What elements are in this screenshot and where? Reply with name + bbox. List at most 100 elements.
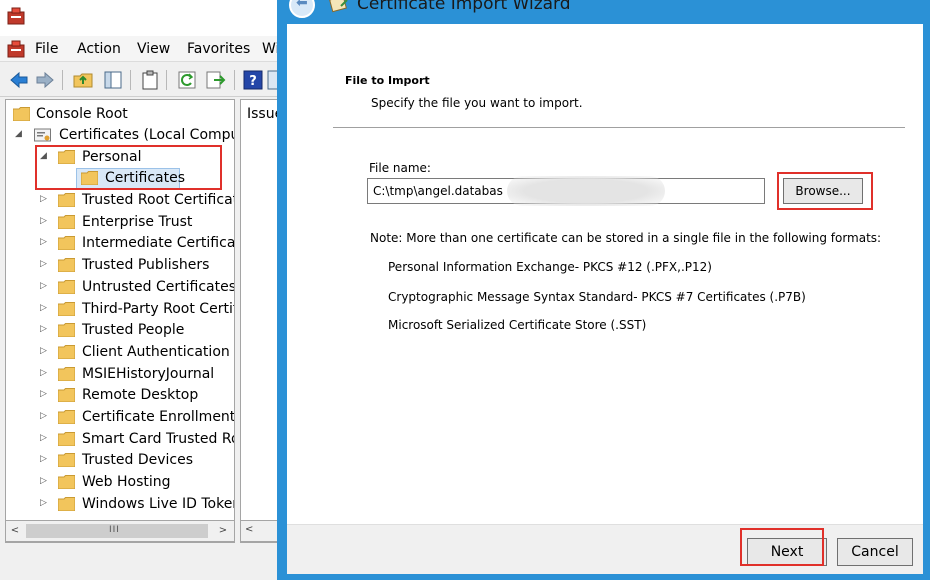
tree-item-store[interactable]: ▷ Certificate Enrollment Requests (6, 407, 234, 428)
tree-item-store[interactable]: ▷ Client Authentication Issuers (6, 342, 234, 363)
expand-arrow-icon[interactable]: ▷ (40, 411, 47, 421)
console-tree[interactable]: Console Root ◢ Certificates (Local Compu… (5, 99, 235, 543)
tree-label: Third-Party Root Certification Authoriti… (82, 300, 235, 317)
tree-item-store[interactable]: ▷ Trusted Publishers (6, 255, 234, 276)
back-arrow-icon[interactable] (8, 69, 30, 91)
expand-arrow-icon[interactable]: ▷ (40, 194, 47, 204)
show-tree-icon[interactable] (102, 69, 124, 91)
expand-arrow-icon[interactable]: ▷ (40, 324, 47, 334)
folder-icon (58, 410, 75, 424)
tree-item-store[interactable]: ▷ Remote Desktop (6, 385, 234, 406)
expand-arrow-icon[interactable]: ▷ (40, 303, 47, 313)
tree-label: Web Hosting (82, 474, 171, 491)
tree-label: Enterprise Trust (82, 213, 193, 230)
toolbar-separator (234, 70, 235, 90)
expand-arrow-icon[interactable]: ▷ (40, 346, 47, 356)
folder-icon (58, 344, 75, 359)
expand-arrow-icon[interactable]: ▷ (40, 216, 47, 226)
help-icon[interactable]: ? (242, 69, 264, 91)
tree-label: Trusted People (82, 322, 185, 339)
tree-label: Personal (82, 149, 142, 165)
toolbar-separator (62, 70, 63, 90)
wizard-back-button[interactable]: ⬅ (289, 0, 315, 18)
tree-item-store[interactable]: ▷ Enterprise Trust (6, 212, 234, 233)
forward-arrow-icon[interactable] (34, 69, 56, 91)
expand-arrow-icon[interactable]: ▷ (40, 389, 47, 399)
folder-icon (58, 366, 75, 381)
scroll-left-icon[interactable]: < (8, 524, 22, 538)
menu-favorites[interactable]: Favorites (187, 41, 250, 57)
tree-horizontal-scrollbar[interactable]: < III > (5, 520, 235, 542)
section-title: File to Import (345, 74, 430, 87)
folder-icon (58, 453, 75, 468)
folder-icon (58, 214, 75, 229)
section-subtitle: Specify the file you want to import. (371, 96, 583, 110)
redaction-blur (507, 176, 665, 206)
cancel-button[interactable]: Cancel (837, 538, 913, 566)
expand-arrow-icon[interactable]: ▷ (40, 476, 47, 486)
clipboard-icon[interactable] (139, 69, 161, 91)
format-item: Microsoft Serialized Certificate Store (… (388, 318, 647, 332)
expand-arrow-icon[interactable]: ▷ (40, 259, 47, 269)
tree-label: Certificates (Local Computer) (59, 127, 234, 143)
tree-label: Trusted Root Certification Authorities (82, 192, 234, 208)
tree-item-personal-certificates[interactable]: Certificates (6, 168, 234, 189)
tree-item-store[interactable]: ▷ Web Hosting (6, 472, 234, 493)
expand-arrow-icon[interactable]: ▷ (40, 433, 47, 443)
file-name-label: File name: (369, 161, 431, 175)
expand-arrow-icon[interactable]: ▷ (40, 498, 47, 508)
tree-item-store[interactable]: ▷ MSIEHistoryJournal (6, 364, 234, 385)
tree-item-store[interactable]: ▷ Third-Party Root Certification Authorit… (6, 299, 234, 320)
tree-item-store[interactable]: ▷ Untrusted Certificates (6, 277, 234, 298)
scrollbar-grip: III (109, 525, 120, 535)
up-folder-icon[interactable] (72, 69, 94, 91)
certificate-manager-icon (7, 7, 25, 25)
expand-arrow-icon[interactable]: ▷ (40, 454, 47, 464)
scrollbar-thumb[interactable]: III (26, 524, 208, 538)
mmc-titlebar (0, 0, 285, 36)
scroll-left-icon[interactable]: < (245, 524, 253, 535)
expand-arrow-icon[interactable]: ▷ (40, 281, 47, 291)
scroll-right-icon[interactable]: > (216, 524, 230, 538)
tree-label: Client Authentication Issuers (82, 343, 234, 360)
folder-icon (81, 171, 98, 185)
tree-item-store[interactable]: ▷ Trusted Root Certification Authorities (6, 190, 234, 211)
folder-icon (58, 475, 75, 490)
tree-label: Intermediate Certification Authorities (82, 235, 235, 252)
next-button[interactable]: Next (747, 538, 827, 566)
tree-label: Windows Live ID Token Issuer (82, 495, 234, 512)
certificate-manager-icon[interactable] (6, 39, 26, 59)
tree-item-store[interactable]: ▷ Smart Card Trusted Roots (6, 429, 234, 450)
tree-label: Console Root (36, 106, 128, 122)
browse-button[interactable]: Browse... (783, 178, 863, 204)
mmc-window: File Action View Favorites Wi ? Console … (0, 0, 287, 580)
tree-item-certificates-local[interactable]: ◢ Certificates (Local Computer) (6, 125, 234, 146)
folder-icon (13, 107, 30, 121)
menu-action[interactable]: Action (77, 41, 121, 57)
back-arrow-icon: ⬅ (296, 0, 308, 11)
menu-file[interactable]: File (35, 41, 58, 57)
collapse-arrow-icon[interactable]: ◢ (40, 151, 47, 161)
refresh-icon[interactable] (176, 69, 198, 91)
export-list-icon[interactable] (204, 69, 226, 91)
folder-icon (58, 496, 75, 511)
mmc-toolbar: ? (0, 63, 287, 97)
tree-item-console-root[interactable]: Console Root (6, 104, 234, 125)
tree-item-store[interactable]: ▷ Trusted Devices (6, 450, 234, 471)
tree-label: Trusted Devices (82, 452, 194, 469)
wizard-content: File to Import Specify the file you want… (287, 24, 923, 524)
expand-arrow-icon[interactable]: ▷ (40, 237, 47, 247)
collapse-arrow-icon[interactable]: ◢ (15, 129, 22, 139)
tree-item-store[interactable]: ▷ Windows Live ID Token Issuer (6, 494, 234, 515)
tree-item-store[interactable]: ▷ Trusted People (6, 320, 234, 341)
menu-view[interactable]: View (137, 41, 170, 57)
certificate-wizard-icon (329, 0, 348, 13)
toolbar-separator (166, 70, 167, 90)
tree-label: Certificates (105, 170, 186, 186)
expand-arrow-icon[interactable]: ▷ (40, 368, 47, 378)
formats-note: Note: More than one certificate can be s… (370, 231, 882, 245)
tree-item-personal[interactable]: ◢ Personal (6, 147, 234, 168)
tree-item-store[interactable]: ▷ Intermediate Certification Authorities (6, 233, 234, 254)
folder-icon (58, 388, 75, 403)
format-item: Personal Information Exchange- PKCS #12 … (388, 260, 712, 274)
